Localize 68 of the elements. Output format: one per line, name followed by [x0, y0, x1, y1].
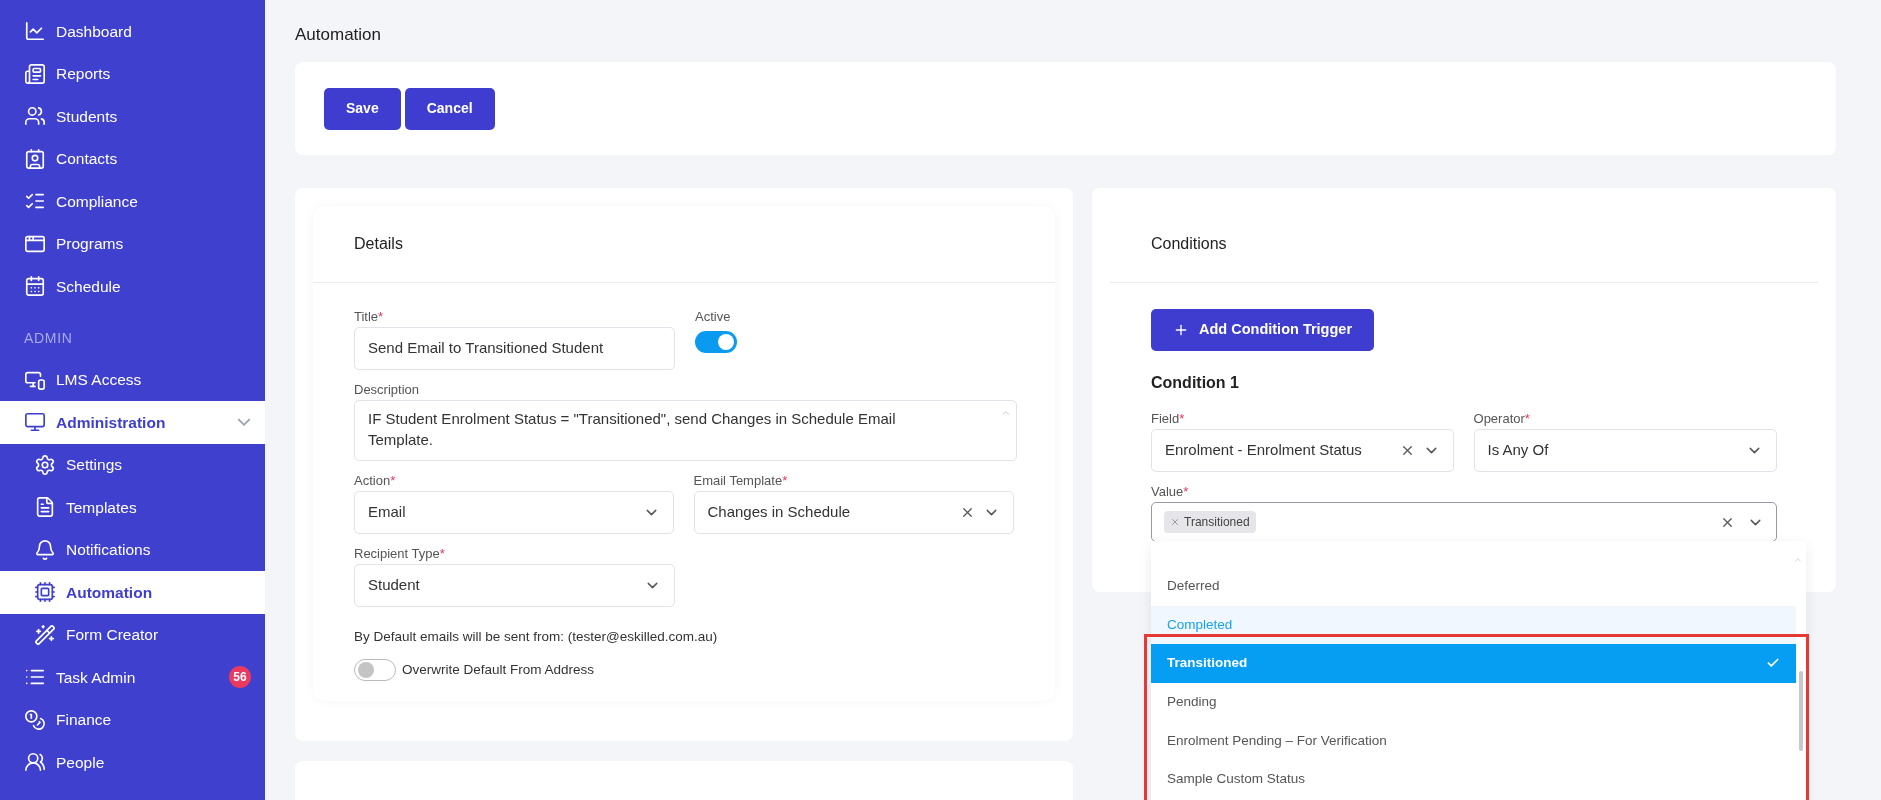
sidebar-item[interactable]: Form Creator [0, 613, 265, 656]
field-label: Action* [354, 472, 397, 487]
sidebar-item[interactable]: People [0, 741, 265, 784]
field-label: Field* [1151, 410, 1186, 425]
calendar-icon [24, 275, 46, 298]
bell-icon [34, 538, 56, 561]
sidebar-item[interactable]: Dashboard [0, 10, 265, 53]
field-label: Active [695, 308, 732, 323]
sender-note: By Default emails will be sent from: (tester@eskilled.com.au) [354, 628, 719, 646]
settings-icon [34, 453, 56, 476]
toggle-switch[interactable] [695, 331, 737, 353]
sidebar-item[interactable]: Templates [0, 486, 265, 529]
scroll-up-icon [1793, 555, 1803, 565]
coins-icon [24, 708, 46, 731]
clear-icon[interactable] [960, 505, 975, 520]
action-button[interactable]: Save [324, 87, 401, 130]
chevron-icon [237, 418, 251, 427]
dropdown-option[interactable]: Enrolment Pending – For Verification [1151, 721, 1796, 760]
report-icon [24, 62, 46, 85]
dropdown-option[interactable]: Deferred [1151, 567, 1796, 606]
field-label: Value* [1151, 483, 1190, 498]
line-chart-icon [24, 20, 46, 43]
field-label: Title* [354, 308, 385, 323]
dropdown-option[interactable]: Sample Custom Status [1151, 759, 1796, 799]
field-label: Description [354, 381, 421, 396]
sidebar-item[interactable]: Automation [0, 571, 265, 614]
card-title: Details [354, 234, 403, 254]
action-button[interactable]: Cancel [404, 87, 495, 130]
sidebar-item[interactable]: Contacts [0, 137, 265, 180]
count-badge: 56 [229, 666, 251, 689]
dropdown-option[interactable]: Pending [1151, 682, 1796, 722]
title-input[interactable]: Send Email to Transitioned Student [354, 327, 675, 370]
select-field[interactable]: Changes in Schedule [693, 491, 1014, 534]
condition-title: Condition 1 [1151, 373, 1240, 393]
document-icon [34, 496, 56, 519]
magic-wand-icon [34, 623, 56, 646]
computer-icon [24, 411, 46, 434]
sidebar-item[interactable]: Programs [0, 222, 265, 265]
sidebar-item[interactable]: Task Admin 56 [0, 656, 265, 699]
sidebar-item[interactable]: Schedule [0, 265, 265, 308]
people-icon [24, 751, 46, 774]
sidebar-item[interactable]: Compliance [0, 180, 265, 223]
select-field[interactable]: Is Any Of [1473, 429, 1777, 472]
section-heading: ADMIN [23, 329, 74, 348]
select-field[interactable]: Email [354, 491, 674, 534]
field-label: Email Template* [693, 472, 789, 487]
sidebar-item[interactable]: Notifications [0, 528, 265, 571]
value-tag: Transitioned [1164, 511, 1256, 533]
users-icon [24, 105, 46, 128]
card-title: Conditions [1151, 234, 1227, 254]
field-label: Operator* [1473, 410, 1531, 425]
sidebar-item[interactable]: Reports [0, 52, 265, 95]
sidebar-item[interactable]: Students [0, 95, 265, 138]
select-field[interactable]: Enrolment - Enrolment Status [1151, 429, 1454, 472]
toggle-switch[interactable] [354, 659, 396, 682]
field-label: Recipient Type* [354, 545, 446, 560]
sidebar-item[interactable]: LMS Access [0, 358, 265, 401]
plus-icon [1173, 322, 1189, 338]
chip-icon [34, 581, 56, 604]
toggle-label: Overwrite Default From Address [402, 661, 595, 680]
select-field[interactable]: Student [354, 564, 675, 607]
sidebar-item[interactable]: Finance [0, 698, 265, 741]
add-condition-button[interactable]: Add Condition Trigger [1151, 309, 1375, 351]
sidebar-item[interactable]: Settings [0, 443, 265, 486]
page-title: Automation [295, 24, 382, 46]
description-textarea[interactable]: IF Student Enrolment Status = "Transitioned", send Changes in Schedule Email Template. [354, 400, 1017, 461]
sidebar-item[interactable]: Administration [0, 401, 265, 444]
contact-icon [24, 147, 46, 170]
